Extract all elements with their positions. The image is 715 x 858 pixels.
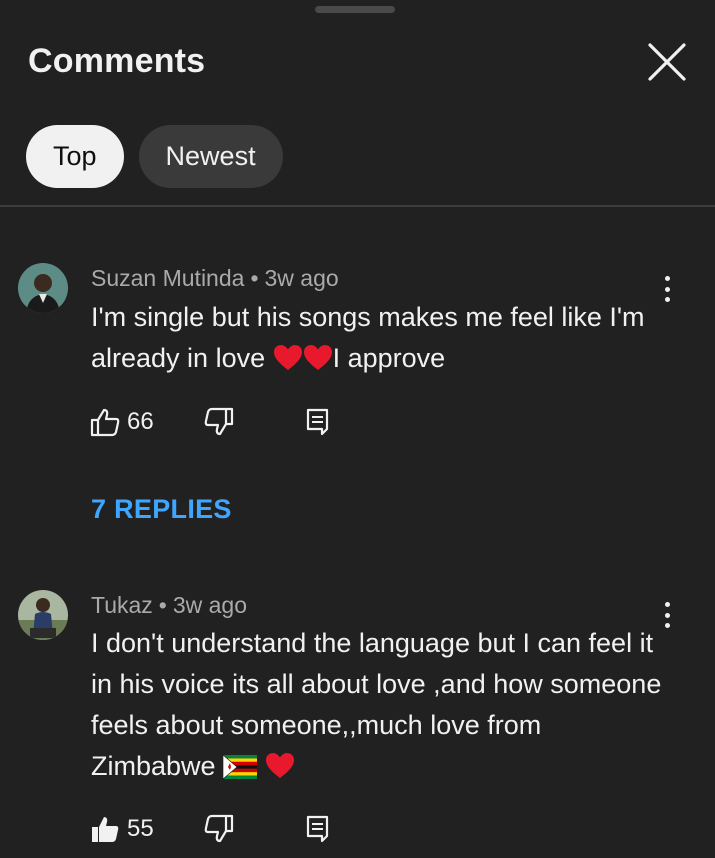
- comment-icon: [306, 814, 330, 844]
- drag-handle[interactable]: [315, 6, 395, 13]
- comment-text: I don't understand the language but I ca…: [91, 623, 666, 791]
- thumbs-up-icon: [90, 814, 120, 844]
- replies-button[interactable]: 7 REPLIES: [91, 494, 232, 525]
- red-heart-emoji: [265, 750, 295, 791]
- like-button[interactable]: 66: [90, 407, 154, 437]
- close-icon[interactable]: [646, 41, 688, 83]
- comment-time: 3w ago: [264, 265, 339, 291]
- comment-author[interactable]: Suzan Mutinda: [91, 265, 244, 291]
- zimbabwe-flag-emoji: [222, 750, 258, 791]
- tab-newest[interactable]: Newest: [138, 125, 283, 188]
- dislike-button[interactable]: [204, 814, 234, 844]
- more-vert-icon[interactable]: [655, 272, 679, 306]
- reply-button[interactable]: [306, 407, 330, 437]
- comment-icon: [306, 407, 330, 437]
- sort-tabs: Top Newest: [26, 125, 283, 188]
- comment-meta: Tukaz • 3w ago: [91, 592, 248, 618]
- more-vert-icon[interactable]: [655, 598, 679, 632]
- comment-time: 3w ago: [172, 592, 248, 618]
- comment-meta: Suzan Mutinda • 3w ago: [91, 265, 339, 291]
- red-heart-emoji: [303, 342, 333, 383]
- thumbs-up-icon: [90, 407, 120, 437]
- tab-top[interactable]: Top: [26, 125, 124, 188]
- panel-title: Comments: [28, 42, 206, 80]
- like-button[interactable]: 55: [90, 814, 154, 844]
- like-count: 66: [127, 408, 154, 435]
- red-heart-emoji: [273, 342, 303, 383]
- comment-author[interactable]: Tukaz: [91, 592, 153, 618]
- reply-button[interactable]: [306, 814, 330, 844]
- avatar[interactable]: [18, 590, 68, 640]
- like-count: 55: [127, 815, 154, 842]
- dislike-button[interactable]: [204, 407, 234, 437]
- thumbs-down-icon: [204, 814, 234, 844]
- header-divider: [0, 205, 715, 207]
- thumbs-down-icon: [204, 407, 234, 437]
- avatar[interactable]: [18, 263, 68, 313]
- comment-text: I'm single but his songs makes me feel l…: [91, 297, 666, 383]
